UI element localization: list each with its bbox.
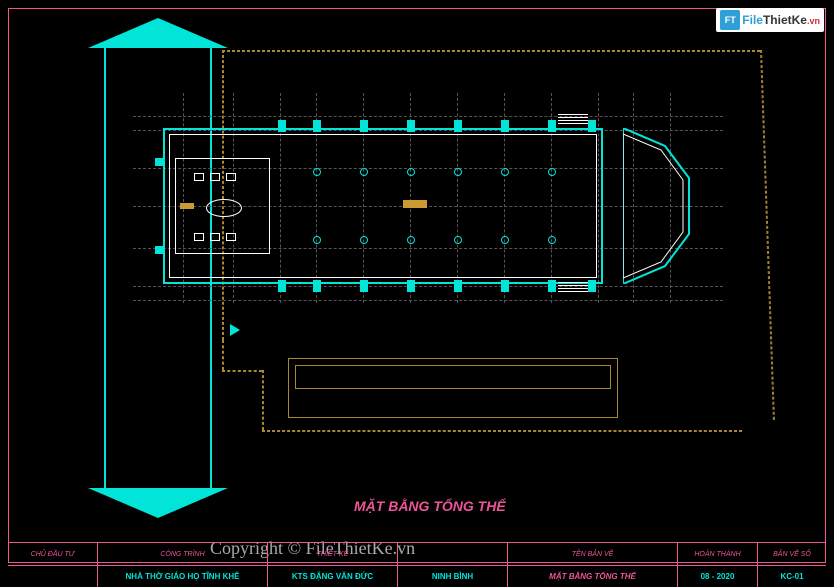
tb-val-no: KC-01 (758, 566, 826, 587)
tb-val-owner (8, 566, 98, 587)
tb-head-owner: CHỦ ĐẦU TƯ (8, 543, 98, 565)
church-building (163, 128, 663, 288)
site-boundary-bot2 (262, 370, 264, 430)
stairs (558, 114, 588, 132)
tb-val-name: MẶT BẰNG TỔNG THỂ (508, 566, 678, 587)
tb-head-loc (398, 543, 508, 565)
altar-main (403, 200, 427, 208)
entry-marker (230, 324, 240, 336)
site-boundary-bot3 (262, 430, 742, 432)
tb-head-name: TÊN BẢN VẼ (508, 543, 678, 565)
site-boundary-bot1 (222, 370, 262, 372)
tb-head-date: HOÀN THÀNH (678, 543, 758, 565)
site-boundary-top (222, 50, 760, 52)
grid-line (133, 300, 723, 301)
title-block: CHỦ ĐẦU TƯ CÔNG TRÌNH THIẾT KẾ TÊN BẢN V… (8, 542, 826, 587)
tb-val-project: NHÀ THỜ GIÁO HỌ TĨNH KHÊ (98, 566, 268, 587)
apse (623, 128, 705, 284)
drawing-canvas: MẶT BẰNG TỔNG THỂ (8, 8, 826, 528)
tb-head-design: THIẾT KẾ (268, 543, 398, 565)
tb-head-project: CÔNG TRÌNH (98, 543, 268, 565)
tb-val-date: 08 - 2020 (678, 566, 758, 587)
auxiliary-building (288, 358, 618, 418)
site-boundary-right (760, 50, 775, 420)
tb-val-design: KTS ĐẶNG VĂN ĐỨC (268, 566, 398, 587)
tb-head-no: BẢN VẼ SỐ (758, 543, 826, 565)
tb-val-loc: NINH BÌNH (398, 566, 508, 587)
altar-small (180, 203, 194, 209)
plan-title: MẶT BẰNG TỔNG THỂ (354, 498, 506, 514)
stairs (558, 282, 588, 300)
grid-line (133, 116, 723, 117)
narthex (175, 158, 270, 254)
